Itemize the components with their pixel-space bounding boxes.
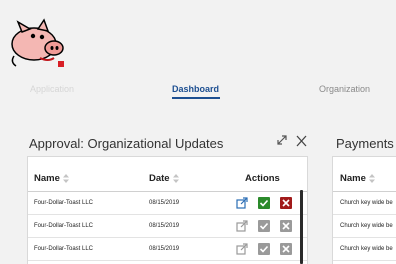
edit-external-icon[interactable] bbox=[236, 197, 248, 209]
reject-button[interactable] bbox=[280, 197, 292, 209]
sort-icon[interactable] bbox=[62, 173, 69, 183]
approve-button[interactable] bbox=[258, 220, 270, 232]
edit-external-icon[interactable] bbox=[236, 243, 248, 255]
table-row: Four-Dollar-Toast LLC 08/15/2019 bbox=[28, 192, 307, 215]
column-header-name[interactable]: Name bbox=[340, 173, 375, 184]
close-x-icon bbox=[282, 222, 290, 230]
row-date: 08/15/2019 bbox=[149, 200, 180, 206]
column-header-name[interactable]: Name bbox=[34, 173, 69, 184]
table-row: Church key wide be bbox=[333, 192, 396, 215]
row-name: Church key wide be bbox=[340, 200, 393, 206]
row-name: Church key wide be bbox=[340, 223, 393, 229]
row-name: Four-Dollar-Toast LLC bbox=[34, 200, 94, 206]
payments-panel-title: Payments bbox=[336, 136, 394, 151]
approval-panel-title: Approval: Organizational Updates bbox=[29, 136, 224, 151]
column-header-date-label: Date bbox=[149, 173, 170, 184]
nav-active-indicator bbox=[172, 97, 220, 99]
row-name: Four-Dollar-Toast LLC bbox=[34, 223, 94, 229]
check-icon bbox=[259, 199, 269, 207]
column-header-name-label: Name bbox=[340, 173, 366, 184]
table-row: Church key wide be bbox=[333, 238, 396, 261]
column-header-actions: Actions bbox=[245, 173, 280, 184]
table-row: Four-Dollar-Toast LLC 08/15/2019 bbox=[28, 215, 307, 238]
row-name: Church key wide be bbox=[340, 246, 393, 252]
row-date: 08/15/2019 bbox=[149, 223, 180, 229]
reject-button[interactable] bbox=[280, 220, 292, 232]
column-header-date[interactable]: Date bbox=[149, 173, 179, 184]
edit-external-icon[interactable] bbox=[236, 220, 248, 232]
check-icon bbox=[259, 245, 269, 253]
reject-button[interactable] bbox=[280, 243, 292, 255]
expand-icon[interactable] bbox=[276, 134, 288, 149]
row-date: 08/15/2019 bbox=[149, 246, 180, 252]
column-header-name-label: Name bbox=[34, 173, 60, 184]
row-name: Four-Dollar-Toast LLC bbox=[34, 246, 94, 252]
approve-button[interactable] bbox=[258, 197, 270, 209]
pig-logo-icon bbox=[8, 18, 70, 70]
main-nav: Application Dashboard Organization bbox=[0, 84, 396, 99]
check-icon bbox=[259, 222, 269, 230]
close-icon[interactable] bbox=[296, 135, 307, 150]
sort-icon[interactable] bbox=[172, 173, 179, 183]
nav-item-application[interactable]: Application bbox=[30, 84, 74, 94]
table-scrollbar[interactable] bbox=[300, 190, 303, 264]
table-row: Church key wide be bbox=[333, 215, 396, 238]
sort-icon[interactable] bbox=[368, 173, 375, 183]
payments-table: Name Church key wide be Church key wide … bbox=[332, 156, 396, 264]
nav-item-dashboard[interactable]: Dashboard bbox=[172, 84, 219, 94]
approve-button[interactable] bbox=[258, 243, 270, 255]
approval-table: Name Date Actions Four-Dollar-Toast LLC … bbox=[27, 156, 308, 264]
close-x-icon bbox=[282, 245, 290, 253]
nav-item-organization[interactable]: Organization bbox=[319, 84, 370, 94]
close-x-icon bbox=[282, 199, 290, 207]
table-row: Four-Dollar-Toast LLC 08/15/2019 bbox=[28, 238, 307, 261]
